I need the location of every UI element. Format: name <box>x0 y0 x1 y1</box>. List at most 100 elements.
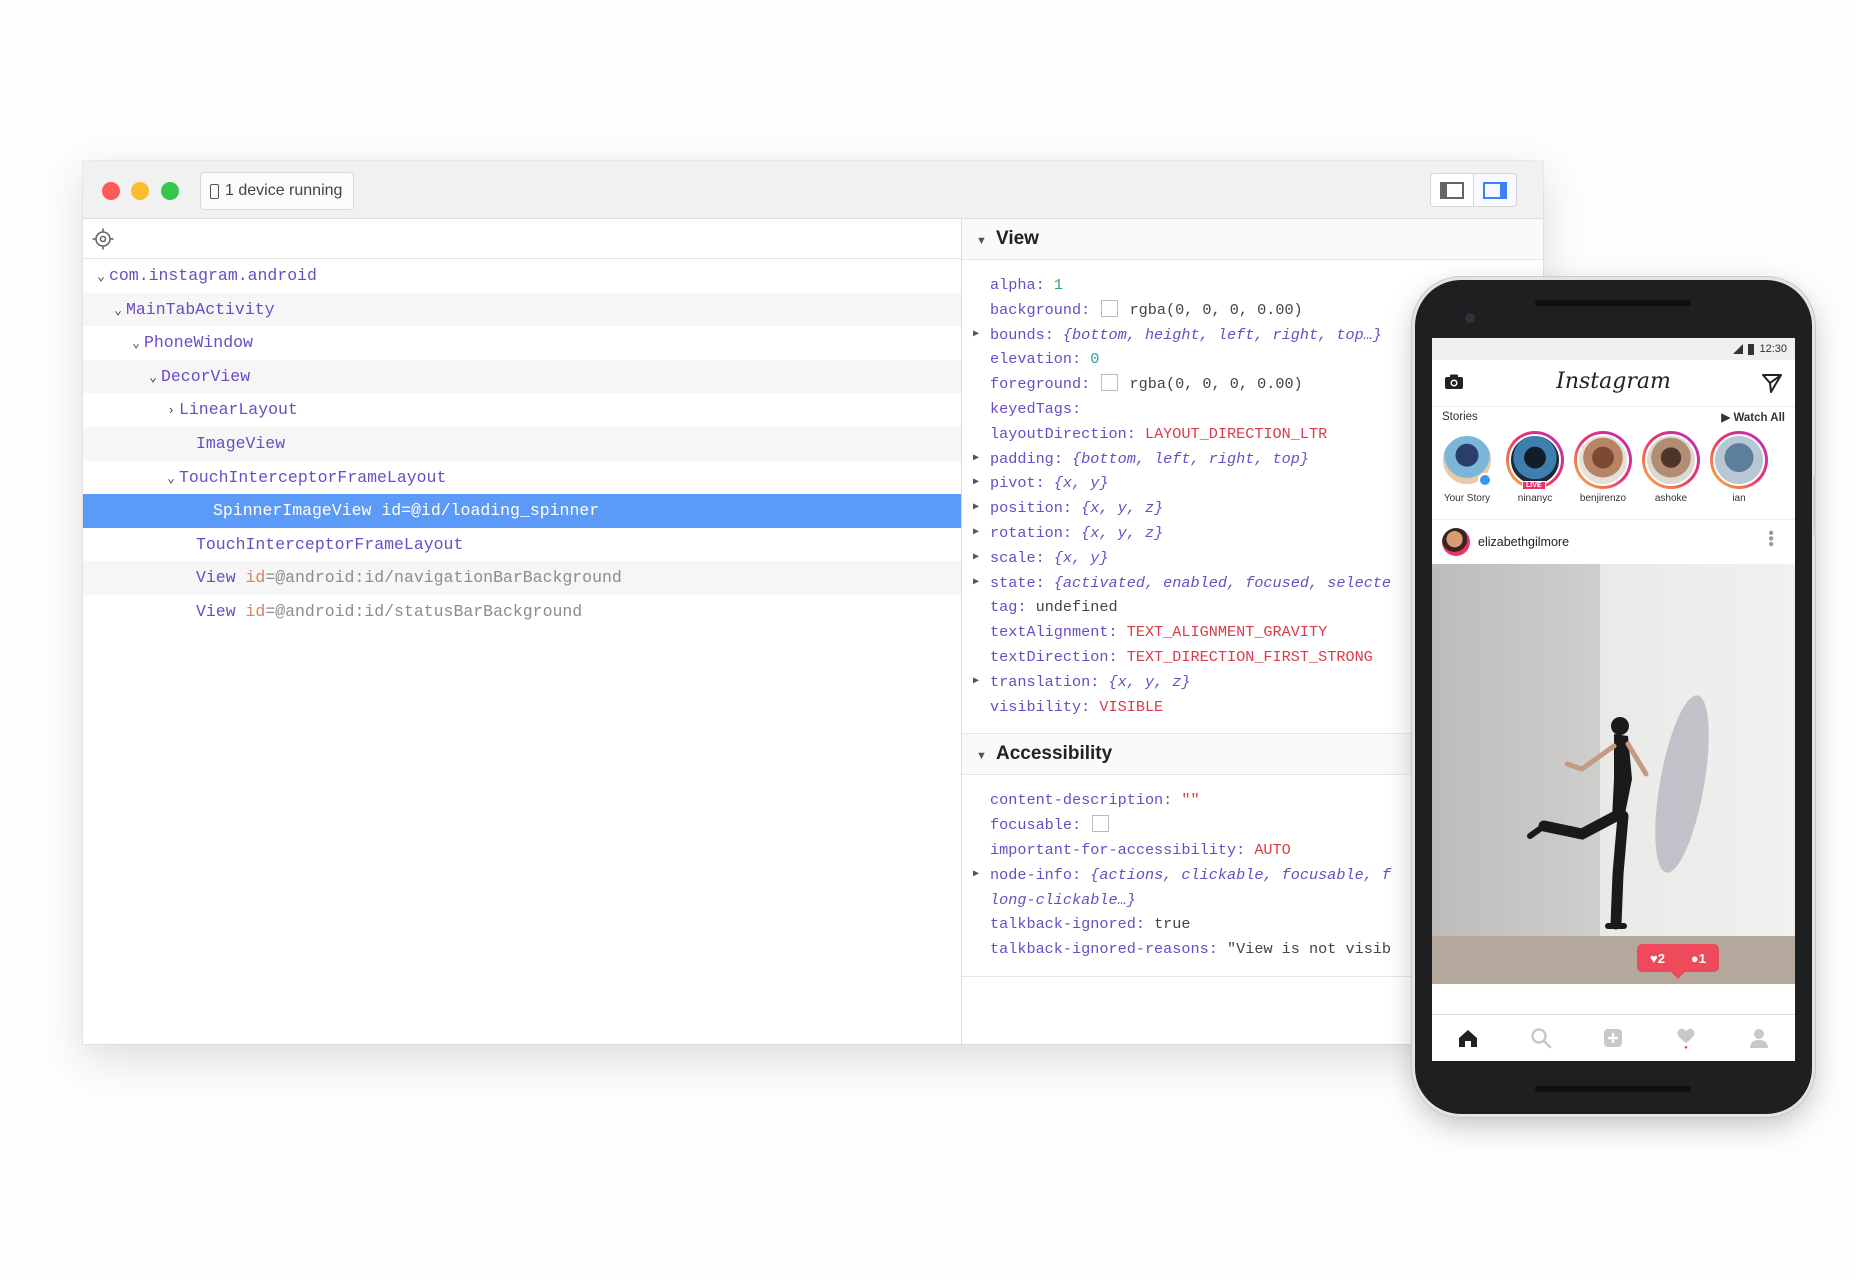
tree-row[interactable]: ⌄ DecorView <box>83 359 961 395</box>
search-icon[interactable] <box>1530 1027 1552 1049</box>
toggle-right-sidebar-button[interactable] <box>1473 173 1517 207</box>
property-separator: : <box>1062 523 1082 542</box>
property-separator: : <box>1035 474 1054 493</box>
property-separator: : <box>1135 915 1155 934</box>
property-key: state <box>990 573 1036 592</box>
chevron-down-icon[interactable]: ⌄ <box>128 327 144 361</box>
tree-row[interactable]: View id=@android:id/statusBarBackground <box>83 595 961 629</box>
expand-triangle-icon[interactable]: ▶ <box>973 670 979 695</box>
add-post-icon[interactable] <box>1602 1027 1624 1049</box>
property-key: important-for-accessibility <box>990 840 1237 859</box>
expand-triangle-icon[interactable]: ▶ <box>973 323 979 348</box>
view-section-header[interactable]: ▼ View <box>962 219 1543 260</box>
story-item[interactable]: Your Story <box>1436 431 1498 504</box>
sidebar-right-icon <box>1483 181 1507 199</box>
tree-row[interactable]: › LinearLayout <box>83 393 961 427</box>
property-separator: : <box>1044 325 1063 344</box>
color-swatch <box>1101 374 1119 392</box>
chevron-down-icon[interactable]: ⌄ <box>163 462 179 496</box>
post-photo[interactable]: ♥2 ●1 <box>1432 564 1795 984</box>
tree-row[interactable]: ⌄ com.instagram.android <box>83 259 961 293</box>
expand-triangle-icon[interactable]: ▶ <box>973 571 979 596</box>
property-value: "View is not visib <box>1226 940 1392 959</box>
property-key: tag <box>990 598 1018 617</box>
property-separator: : <box>1053 449 1073 468</box>
post-avatar[interactable] <box>1442 528 1470 556</box>
status-bar: 12:30 <box>1432 338 1795 360</box>
story-username: ninanyc <box>1517 493 1553 504</box>
chevron-down-icon[interactable]: ⌄ <box>110 294 126 328</box>
property-separator: : <box>1081 300 1100 319</box>
tree-row-selected[interactable]: SpinnerImageView id=@id/loading_spinner <box>83 494 961 528</box>
profile-icon[interactable] <box>1748 1027 1770 1049</box>
expand-triangle-icon[interactable]: ▶ <box>973 471 979 496</box>
expand-triangle-icon[interactable]: ▶ <box>973 447 979 472</box>
add-story-icon <box>1478 473 1492 487</box>
comments-count: 1 <box>1698 950 1706 966</box>
property-separator: : <box>1035 573 1054 592</box>
stories-row-header: Stories ▶ Watch All <box>1432 407 1795 427</box>
device-selector[interactable]: 1 device running <box>200 172 355 210</box>
story-username: ashoke <box>1654 493 1688 504</box>
target-select-icon[interactable] <box>92 228 114 250</box>
toggle-left-sidebar-button[interactable] <box>1430 173 1474 207</box>
chevron-down-icon[interactable]: ⌄ <box>93 260 109 294</box>
property-value: TEXT_ALIGNMENT_GRAVITY <box>1126 623 1328 642</box>
expand-triangle-icon[interactable]: ▶ <box>973 546 979 571</box>
story-item[interactable]: benjirenzo <box>1572 431 1634 504</box>
story-username: benjirenzo <box>1579 493 1627 504</box>
property-value: TEXT_DIRECTION_FIRST_STRONG <box>1126 647 1373 666</box>
activity-heart-icon[interactable] <box>1675 1027 1697 1049</box>
property-key: content-description <box>990 791 1164 810</box>
expand-triangle-icon[interactable]: ▶ <box>973 496 979 521</box>
tree-row[interactable]: ⌄ PhoneWindow <box>83 326 961 360</box>
tree-row-label: PhoneWindow <box>144 333 253 353</box>
chevron-right-icon[interactable]: › <box>163 394 179 428</box>
more-options-icon[interactable]: ••• <box>1761 530 1779 547</box>
tree-row-attr-value: =@android:id/navigationBarBackground <box>265 568 622 588</box>
tree-row-label: SpinnerImageView id=@id/loading_spinner <box>213 501 600 521</box>
tree-row[interactable]: ⌄ TouchInterceptorFrameLayout <box>83 461 961 495</box>
story-item[interactable]: LIVE ninanyc <box>1504 431 1566 504</box>
tree-row[interactable]: ImageView <box>83 426 961 461</box>
property-key: keyedTags <box>990 399 1073 418</box>
property-key: elevation <box>990 350 1073 369</box>
accessibility-section-title: Accessibility <box>996 743 1113 765</box>
tree-row[interactable]: View id=@android:id/navigationBarBackgro… <box>83 561 961 595</box>
property-separator: : <box>1163 791 1182 810</box>
home-icon[interactable] <box>1457 1027 1479 1049</box>
tree-row[interactable]: ⌄ MainTabActivity <box>83 292 961 328</box>
minimize-window-button[interactable] <box>131 182 149 200</box>
story-username: Your Story <box>1443 493 1491 504</box>
comments-count-group: ●1 <box>1690 950 1706 966</box>
watch-all-button[interactable]: ▶ Watch All <box>1721 410 1785 424</box>
checkbox[interactable] <box>1092 815 1110 833</box>
power-button <box>1813 475 1816 535</box>
direct-message-icon[interactable] <box>1762 373 1782 393</box>
story-item[interactable]: ian <box>1708 431 1770 504</box>
close-window-button[interactable] <box>102 182 120 200</box>
property-value: {x, y} <box>1053 474 1109 493</box>
property-value: rgba(0, 0, 0, 0.00) <box>1129 375 1303 394</box>
bottom-speaker <box>1535 1086 1691 1092</box>
expand-triangle-icon[interactable]: ▶ <box>973 863 979 888</box>
device-status-label: 1 device running <box>225 182 343 199</box>
property-key: talkback-ignored <box>990 915 1136 934</box>
post-username[interactable]: elizabethgilmore <box>1478 535 1569 549</box>
property-key: bounds <box>990 325 1045 344</box>
property-separator: : <box>1081 697 1100 716</box>
expand-triangle-icon[interactable]: ▶ <box>973 521 979 546</box>
battery-icon <box>1748 343 1755 355</box>
story-avatar <box>1645 434 1697 486</box>
property-key: position <box>990 499 1063 518</box>
tree-row-attr-key: id <box>245 601 266 621</box>
tree-row-label: View <box>196 568 236 588</box>
zoom-window-button[interactable] <box>161 182 179 200</box>
tree-row[interactable]: TouchInterceptorFrameLayout <box>83 528 961 562</box>
chevron-down-icon[interactable]: ⌄ <box>145 361 161 395</box>
property-key: scale <box>990 548 1036 567</box>
story-item[interactable]: ashoke <box>1640 431 1702 504</box>
likes-count: 2 <box>1657 950 1665 966</box>
phone-screen: 12:30 Instagram Stories ▶ Watch All Your… <box>1432 338 1795 1061</box>
property-value: VISIBLE <box>1099 697 1164 716</box>
